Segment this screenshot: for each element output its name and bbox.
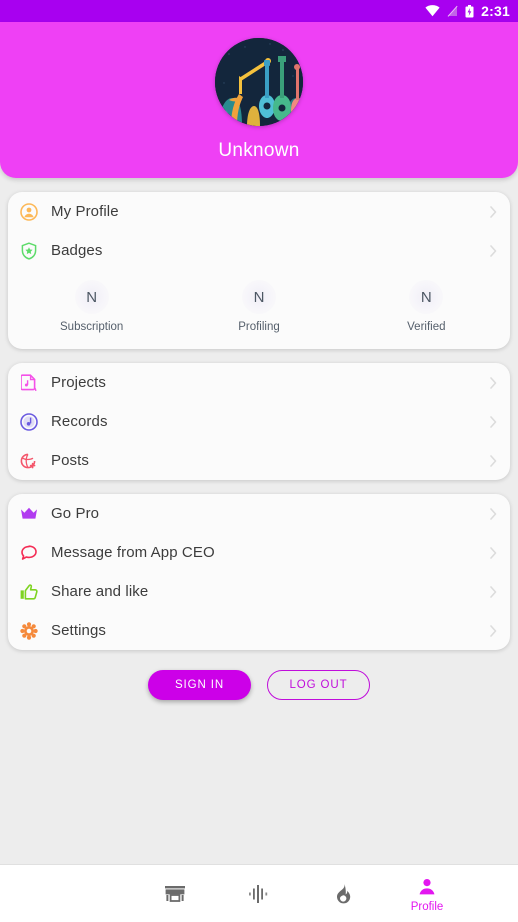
row-my-profile[interactable]: My Profile: [8, 192, 510, 231]
profile-header: Unknown: [0, 22, 518, 178]
settings-card: Go Pro Message from App CEO Share and li…: [8, 494, 510, 650]
row-label: Go Pro: [51, 505, 100, 522]
avatar[interactable]: [215, 38, 303, 126]
library-card: Projects Records Posts: [8, 363, 510, 480]
signal-off-icon: [447, 5, 458, 17]
bottom-navigation: Profile: [0, 864, 518, 922]
auth-buttons: SIGN IN LOG OUT: [8, 670, 510, 700]
thumbs-up-icon: [18, 581, 40, 603]
status-bar-clock: 2:31: [481, 3, 510, 19]
row-posts[interactable]: Posts: [8, 441, 510, 480]
chevron-right-icon: [489, 244, 498, 258]
row-label: Badges: [51, 242, 103, 259]
profile-username: Unknown: [218, 140, 300, 161]
chevron-right-icon: [489, 585, 498, 599]
row-projects[interactable]: Projects: [8, 363, 510, 402]
row-share-and-like[interactable]: Share and like: [8, 572, 510, 611]
stat-label: Profiling: [238, 321, 280, 333]
row-label: Projects: [51, 374, 106, 391]
gear-icon: [18, 620, 40, 642]
chevron-right-icon: [489, 376, 498, 390]
account-card: My Profile Badges N Subscription N Profi…: [8, 192, 510, 349]
person-icon: [417, 875, 437, 899]
nav-item-label: Profile: [410, 900, 444, 913]
flame-icon: [334, 882, 353, 906]
log-out-button[interactable]: LOG OUT: [267, 670, 370, 700]
row-settings[interactable]: Settings: [8, 611, 510, 650]
chevron-right-icon: [489, 205, 498, 219]
nav-item-waveform[interactable]: [217, 865, 301, 922]
nav-item-profile[interactable]: Profile: [385, 865, 469, 922]
globe-post-icon: [18, 450, 40, 472]
sign-in-button[interactable]: SIGN IN: [148, 670, 251, 700]
stat-value: N: [409, 280, 444, 314]
chevron-right-icon: [489, 546, 498, 560]
nav-item-store[interactable]: [133, 865, 217, 922]
stat-value: N: [74, 280, 109, 314]
row-label: Records: [51, 413, 108, 430]
chevron-right-icon: [489, 624, 498, 638]
stat-label: Verified: [407, 321, 446, 333]
waveform-icon: [248, 882, 270, 906]
crown-icon: [18, 503, 40, 525]
stat-verified[interactable]: N Verified: [343, 280, 510, 333]
music-file-icon: [18, 372, 40, 394]
profile-stats: N Subscription N Profiling N Verified: [8, 270, 510, 349]
shield-star-icon: [18, 240, 40, 262]
row-message-from-ceo[interactable]: Message from App CEO: [8, 533, 510, 572]
row-label: Posts: [51, 452, 90, 469]
row-label: My Profile: [51, 203, 119, 220]
nav-item-trending[interactable]: [301, 865, 385, 922]
chevron-right-icon: [489, 454, 498, 468]
stat-subscription[interactable]: N Subscription: [8, 280, 175, 333]
chevron-right-icon: [489, 507, 498, 521]
profile-content: My Profile Badges N Subscription N Profi…: [0, 192, 518, 700]
speech-bubble-icon: [18, 542, 40, 564]
row-go-pro[interactable]: Go Pro: [8, 494, 510, 533]
row-label: Share and like: [51, 583, 149, 600]
store-icon: [164, 882, 186, 906]
row-records[interactable]: Records: [8, 402, 510, 441]
stat-value: N: [241, 280, 276, 314]
row-label: Message from App CEO: [51, 544, 215, 561]
battery-charging-icon: [465, 4, 474, 18]
row-badges[interactable]: Badges: [8, 231, 510, 270]
person-circle-icon: [18, 201, 40, 223]
wifi-icon: [425, 5, 440, 17]
record-disc-icon: [18, 411, 40, 433]
stat-label: Subscription: [60, 321, 124, 333]
status-bar: 2:31: [0, 0, 518, 22]
stat-profiling[interactable]: N Profiling: [175, 280, 342, 333]
chevron-right-icon: [489, 415, 498, 429]
row-label: Settings: [51, 622, 106, 639]
